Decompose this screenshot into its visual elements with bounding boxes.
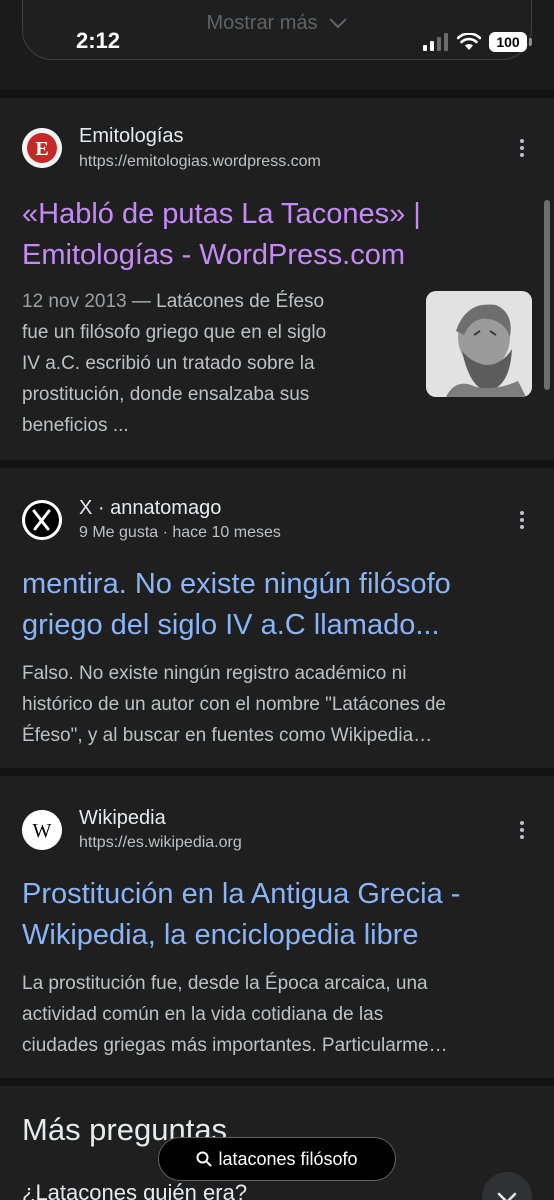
floating-search-pill[interactable]: latacones filósofo	[158, 1137, 396, 1181]
result-meta: 9 Me gusta · hace 10 meses	[79, 524, 281, 541]
battery-indicator: 100	[489, 32, 527, 52]
result-title-link[interactable]: mentira. No existe ningún filósofo grieg…	[22, 564, 522, 646]
result-title-line: Prostitución en la Antigua Grecia -	[22, 878, 461, 910]
result-site-name: Emitologías	[79, 125, 184, 147]
battery-tip	[529, 38, 532, 46]
result-title-line: Emitologías - WordPress.com	[22, 239, 406, 271]
expand-question-button[interactable]	[482, 1172, 532, 1200]
result-title-line: griego del siglo IV a.C llamado...	[22, 609, 440, 641]
result-title-line: Wikipedia, la enciclopedia libre	[22, 919, 419, 951]
result-title-line: «Habló de putas La Tacones» |	[22, 198, 421, 230]
more-options-icon[interactable]	[512, 818, 532, 842]
more-options-icon[interactable]	[512, 136, 532, 160]
chevron-down-icon	[328, 18, 347, 29]
result-site-name: Wikipedia	[79, 807, 166, 829]
divider	[0, 1078, 554, 1086]
result-site-url[interactable]: https://es.wikipedia.org	[79, 834, 242, 852]
snippet-date: 12 nov 2013	[22, 291, 127, 312]
more-options-icon[interactable]	[512, 508, 532, 532]
snippet-text: — Latácones de Éfeso	[126, 291, 325, 312]
snippet-text: beneficios ...	[22, 415, 129, 436]
snippet-text: La prostitución fue, desde la Época arca…	[22, 973, 428, 994]
snippet-text: ciudades griegas más importantes. Partic…	[22, 1035, 448, 1056]
snippet-text: Falso. No existe ningún registro académi…	[22, 663, 407, 684]
snippet-text: histórico de un autor con el nombre "Lat…	[22, 694, 446, 715]
status-time: 2:12	[76, 28, 121, 53]
snippet-text: IV a.C. escribió un tratado sobre la	[22, 353, 315, 374]
search-results-page: Mostrar más 2:12 100 E Emitologías https…	[0, 0, 554, 1200]
wifi-icon	[457, 33, 481, 50]
result-snippet: Falso. No existe ningún registro académi…	[22, 658, 532, 751]
divider	[0, 90, 554, 98]
emitologias-logo: E	[22, 128, 62, 168]
divider	[0, 768, 554, 776]
svg-text:E: E	[35, 138, 48, 160]
result-snippet: 12 nov 2013 — Latácones de Éfeso fue un …	[22, 286, 402, 441]
chevron-down-icon	[497, 1192, 517, 1200]
result-title-link[interactable]: Prostitución en la Antigua Grecia - Wiki…	[22, 874, 522, 956]
result-title-line: mentira. No existe ningún filósofo	[22, 568, 451, 600]
scrollbar[interactable]	[544, 200, 550, 390]
search-query: latacones filósofo	[218, 1148, 358, 1169]
wikipedia-logo: W	[22, 810, 62, 850]
cellular-signal-icon	[423, 33, 448, 51]
snippet-text: actividad común en la vida cotidiana de …	[22, 1004, 384, 1025]
status-icons: 100	[423, 30, 532, 54]
search-icon	[196, 1151, 212, 1167]
result-site-url[interactable]: https://emitologias.wordpress.com	[79, 153, 321, 171]
show-more-label: Mostrar más	[206, 11, 318, 34]
x-logo	[22, 500, 62, 540]
snippet-text: prostitución, donde ensalzaba sus	[22, 384, 310, 405]
snippet-text: fue un filósofo griego que en el siglo	[22, 322, 327, 343]
result-site-name: X · annatomago	[79, 497, 222, 519]
svg-text:W: W	[33, 820, 52, 842]
bust-thumbnail-image[interactable]	[426, 291, 532, 397]
result-snippet: La prostitución fue, desde la Época arca…	[22, 968, 532, 1061]
result-title-link[interactable]: «Habló de putas La Tacones» | Emitología…	[22, 194, 522, 276]
question-item[interactable]: ¿Latacones quién era?	[22, 1180, 247, 1200]
divider	[0, 460, 554, 468]
snippet-text: Éfeso", y al buscar en fuentes como Wiki…	[22, 725, 433, 746]
